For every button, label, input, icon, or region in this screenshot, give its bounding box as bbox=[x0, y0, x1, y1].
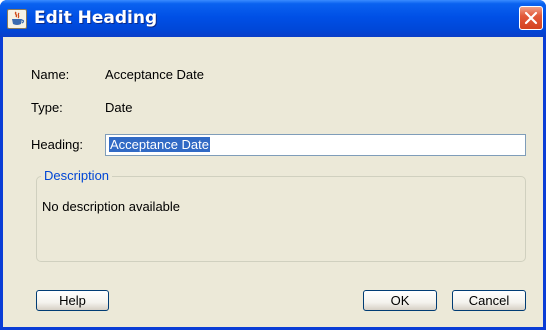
type-value: Date bbox=[105, 100, 133, 115]
description-title: Description bbox=[41, 168, 113, 183]
edit-heading-dialog: Edit Heading Name: Acceptance Date Type:… bbox=[0, 0, 546, 330]
name-label: Name: bbox=[31, 67, 70, 82]
help-button[interactable]: Help bbox=[36, 290, 109, 311]
cancel-button[interactable]: Cancel bbox=[452, 290, 526, 311]
name-value: Acceptance Date bbox=[105, 67, 205, 82]
java-cup-icon bbox=[7, 9, 27, 29]
close-button[interactable] bbox=[519, 6, 543, 30]
close-icon bbox=[524, 11, 538, 25]
ok-button[interactable]: OK bbox=[363, 290, 437, 311]
title-bar[interactable]: Edit Heading bbox=[0, 0, 546, 37]
heading-label: Heading: bbox=[31, 137, 84, 152]
description-text: No description available bbox=[42, 199, 181, 214]
type-label: Type: bbox=[31, 100, 63, 115]
description-group bbox=[36, 176, 526, 262]
dialog-body: Name: Acceptance Date Type: Date Heading… bbox=[3, 37, 543, 327]
heading-input[interactable]: Acceptance Date bbox=[105, 134, 526, 156]
heading-input-value: Acceptance Date bbox=[109, 137, 211, 152]
dialog-title: Edit Heading bbox=[34, 8, 158, 28]
